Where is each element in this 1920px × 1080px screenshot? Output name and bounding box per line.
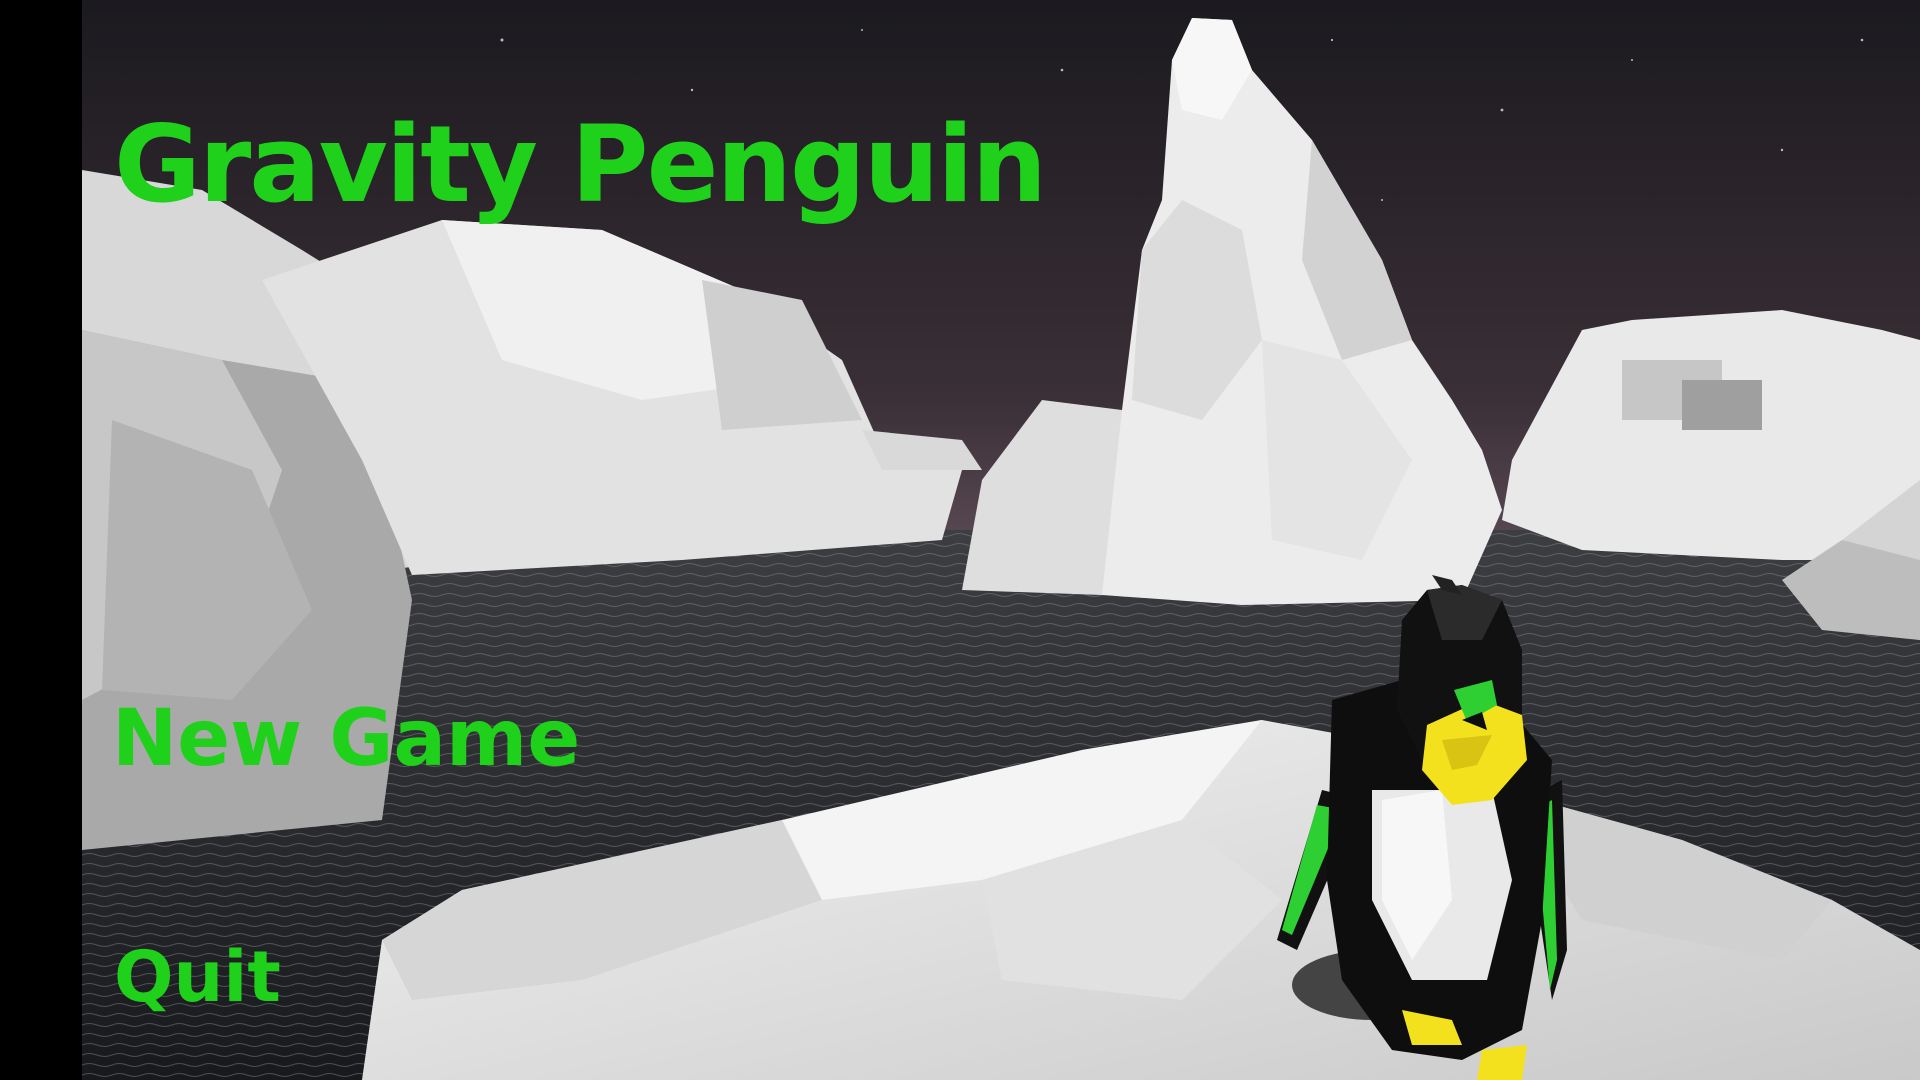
quit-button[interactable]: Quit [114,942,281,1012]
new-game-button[interactable]: New Game [112,700,580,778]
game-title: Gravity Penguin [114,103,1047,226]
game-main-menu: Gravity Penguin New Game Quit [0,0,1920,1080]
letterbox-bar [0,0,82,1080]
